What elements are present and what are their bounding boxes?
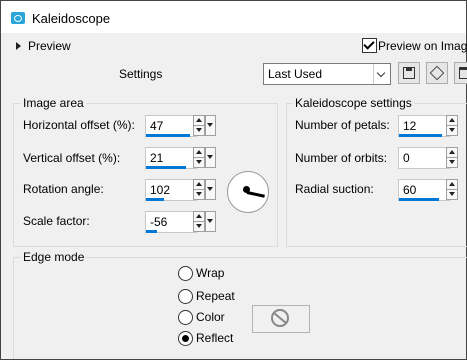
radio-repeat-label[interactable]: Repeat <box>196 289 235 303</box>
vertical-offset-value: 21 <box>150 151 164 165</box>
preview-row: Preview Preview on Image <box>1 37 467 57</box>
horizontal-offset-spinner[interactable] <box>193 115 216 136</box>
radio-wrap-label[interactable]: Wrap <box>196 266 224 280</box>
radio-reflect-label[interactable]: Reflect <box>196 331 233 345</box>
radial-suction-label: Radial suction: <box>295 182 374 196</box>
preset-select[interactable]: Last Used <box>263 63 391 85</box>
decrement-icon[interactable] <box>446 157 458 168</box>
number-of-orbits-label: Number of orbits: <box>295 151 388 165</box>
radial-suction-spinner[interactable] <box>446 179 467 200</box>
vertical-offset-input[interactable]: 21 <box>145 147 197 169</box>
preview-on-image-label[interactable]: Preview on Image <box>378 39 467 53</box>
horizontal-offset-slider[interactable] <box>146 134 190 137</box>
number-of-petals-label: Number of petals: <box>295 118 390 132</box>
edge-mode-title: Edge mode <box>21 250 87 264</box>
scale-factor-label: Scale factor: <box>23 214 90 228</box>
rotation-angle-value: 102 <box>150 183 171 197</box>
kaleidoscope-app-icon <box>11 12 25 24</box>
radio-repeat[interactable] <box>178 289 193 304</box>
dropdown-arrow-icon[interactable] <box>205 211 216 232</box>
preset-value: Last Used <box>268 67 323 81</box>
number-of-petals-value: 12 <box>403 119 417 133</box>
dropdown-arrow-icon[interactable] <box>205 179 216 200</box>
decrement-icon[interactable] <box>193 221 205 232</box>
number-of-petals-spinner[interactable] <box>446 115 467 136</box>
preset-cube-icon <box>429 65 445 81</box>
preset-options-button[interactable] <box>426 62 448 84</box>
chevron-down-icon[interactable] <box>373 64 390 84</box>
edge-color-swatch[interactable] <box>252 305 310 333</box>
edge-mode-group <box>13 257 467 359</box>
radio-wrap[interactable] <box>178 266 193 281</box>
window-title: Kaleidoscope <box>32 11 111 26</box>
decrement-icon[interactable] <box>193 125 205 136</box>
printer-icon <box>459 67 467 79</box>
horizontal-offset-label: Horizontal offset (%): <box>23 118 135 132</box>
dropdown-arrow-icon[interactable] <box>205 147 216 168</box>
decrement-icon[interactable] <box>193 189 205 200</box>
scale-factor-input[interactable]: -56 <box>145 211 197 233</box>
settings-label: Settings <box>119 67 163 81</box>
save-preset-button[interactable] <box>398 62 420 84</box>
decrement-icon[interactable] <box>446 189 458 200</box>
rotation-angle-spinner[interactable] <box>193 179 216 200</box>
vertical-offset-spinner[interactable] <box>193 147 216 168</box>
save-preset-icon <box>403 67 415 79</box>
vertical-offset-label: Vertical offset (%): <box>23 151 121 165</box>
preview-toggle[interactable]: Preview <box>28 39 71 53</box>
rotation-angle-dial[interactable] <box>227 171 269 213</box>
dialog-window: Kaleidoscope Preview Preview on Image Se… <box>0 0 467 360</box>
number-of-orbits-spinner[interactable] <box>446 147 467 168</box>
image-area-title: Image area <box>21 96 86 110</box>
rotation-angle-slider[interactable] <box>146 198 164 201</box>
radial-suction-input[interactable]: 60 <box>398 179 450 201</box>
decrement-icon[interactable] <box>446 125 458 136</box>
scale-factor-value: -56 <box>150 215 168 229</box>
dial-hub-icon <box>243 186 250 193</box>
number-of-orbits-value: 0 <box>403 151 410 165</box>
horizontal-offset-value: 47 <box>150 119 164 133</box>
scale-factor-slider[interactable] <box>146 230 157 233</box>
number-of-petals-input[interactable]: 12 <box>398 115 450 137</box>
number-of-orbits-input[interactable]: 0 <box>398 147 450 169</box>
dropdown-arrow-icon[interactable] <box>205 115 216 136</box>
title-bar: Kaleidoscope <box>1 1 466 33</box>
no-color-icon <box>271 309 289 327</box>
rotation-angle-label: Rotation angle: <box>23 182 104 196</box>
radial-suction-value: 60 <box>403 183 417 197</box>
horizontal-offset-input[interactable]: 47 <box>145 115 197 137</box>
dial-needle-icon <box>246 191 265 198</box>
number-of-petals-slider[interactable] <box>399 134 442 137</box>
radio-color-label[interactable]: Color <box>196 310 225 324</box>
preview-expand-icon[interactable] <box>16 42 21 50</box>
rotation-angle-input[interactable]: 102 <box>145 179 197 201</box>
vertical-offset-slider[interactable] <box>146 166 186 169</box>
kaleidoscope-settings-title: Kaleidoscope settings <box>293 96 414 110</box>
radial-suction-slider[interactable] <box>399 198 439 201</box>
radio-color[interactable] <box>178 310 193 325</box>
radio-reflect[interactable] <box>178 331 193 346</box>
scale-factor-spinner[interactable] <box>193 211 216 232</box>
print-button[interactable] <box>454 62 467 84</box>
decrement-icon[interactable] <box>193 157 205 168</box>
preview-on-image-checkbox[interactable] <box>362 38 377 53</box>
